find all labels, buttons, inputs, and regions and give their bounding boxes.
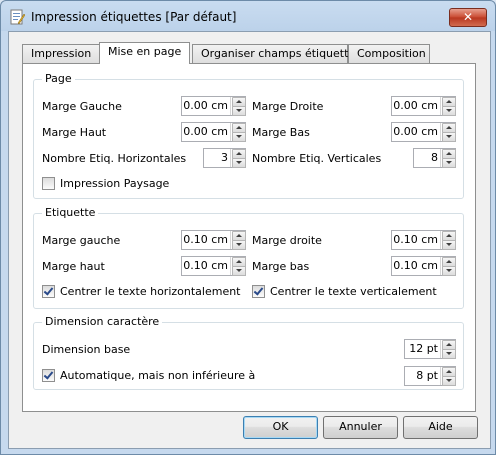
tab-organiser-champs[interactable]: Organiser champs étiquette — [192, 44, 355, 63]
spin-arrows — [440, 340, 456, 359]
group-title-dimension: Dimension caractère — [42, 315, 163, 328]
group-title-etiquette: Etiquette — [42, 206, 99, 219]
title-bar: Impression étiquettes [Par défaut] ✕ — [1, 1, 495, 31]
spin-arrows — [440, 231, 456, 250]
group-title-page: Page — [42, 72, 75, 85]
spin-value: 3 — [221, 151, 228, 164]
label-automatique: Automatique, mais non inférieure à — [60, 369, 256, 382]
close-icon: ✕ — [462, 10, 474, 24]
spin-value: 0.10 cm — [393, 259, 438, 272]
spin-value: 0.10 cm — [183, 259, 228, 272]
ok-button[interactable]: OK — [243, 416, 318, 439]
spin-marge-bas[interactable]: 0.00 cm — [391, 122, 456, 142]
label-centrer-vertical: Centrer le texte verticalement — [270, 285, 437, 298]
spin-arrows — [440, 97, 456, 116]
label-etiq-marge-droite: Marge droite — [252, 234, 322, 247]
tab-label: Mise en page — [108, 45, 182, 58]
label-etiq-marge-bas: Marge bas — [252, 260, 310, 273]
window-title: Impression étiquettes [Par défaut] — [31, 10, 237, 24]
label-marge-bas: Marge Bas — [252, 126, 310, 139]
close-button[interactable]: ✕ — [449, 8, 487, 27]
spin-etiq-marge-haut[interactable]: 0.10 cm — [181, 256, 246, 276]
spin-down-icon[interactable] — [232, 266, 246, 276]
ok-label: OK — [272, 420, 289, 433]
group-page: Page Marge Gauche 0.00 cm Marge Droite 0… — [33, 72, 464, 199]
spin-value: 0.00 cm — [183, 125, 228, 138]
label-etiq-marge-haut: Marge haut — [42, 260, 105, 273]
spin-nb-verticales[interactable]: 8 — [413, 148, 456, 168]
spin-arrows — [440, 123, 456, 142]
label-impression-paysage: Impression Paysage — [60, 177, 170, 190]
spin-arrows — [440, 257, 456, 276]
spin-arrows — [440, 149, 456, 168]
label-nb-horizontales: Nombre Etiq. Horizontales — [42, 152, 187, 165]
spin-down-icon[interactable] — [232, 240, 246, 250]
spin-nb-horizontales[interactable]: 3 — [203, 148, 246, 168]
spin-value: 0.00 cm — [393, 125, 438, 138]
help-label: Aide — [428, 420, 453, 433]
spin-arrows — [230, 257, 246, 276]
tab-label: Organiser champs étiquette — [201, 47, 356, 60]
spin-etiq-marge-gauche[interactable]: 0.10 cm — [181, 230, 246, 250]
spin-down-icon[interactable] — [442, 349, 456, 359]
checkbox-impression-paysage[interactable] — [42, 177, 55, 190]
spin-value: 8 — [431, 151, 438, 164]
spin-arrows — [440, 367, 456, 386]
spin-marge-droite[interactable]: 0.00 cm — [391, 96, 456, 116]
label-marge-gauche: Marge Gauche — [42, 100, 122, 113]
spin-down-icon[interactable] — [442, 132, 456, 142]
cancel-label: Annuler — [339, 420, 382, 433]
dialog-client: Impression Mise en page Organiser champs… — [8, 31, 491, 449]
spin-value: 8 pt — [416, 369, 438, 382]
spin-down-icon[interactable] — [232, 106, 246, 116]
group-dimension-caractere: Dimension caractère Dimension base 12 pt… — [33, 315, 464, 390]
spin-etiq-marge-droite[interactable]: 0.10 cm — [391, 230, 456, 250]
tab-label: Composition — [357, 47, 426, 60]
checkbox-centrer-horizontal[interactable] — [42, 285, 55, 298]
cancel-button[interactable]: Annuler — [323, 416, 398, 439]
dialog-window: Impression étiquettes [Par défaut] ✕ Imp… — [0, 0, 496, 455]
group-etiquette: Etiquette Marge gauche 0.10 cm Marge dro… — [33, 206, 464, 309]
spin-etiq-marge-bas[interactable]: 0.10 cm — [391, 256, 456, 276]
app-icon — [10, 9, 25, 25]
spin-down-icon[interactable] — [442, 158, 456, 168]
label-marge-haut: Marge Haut — [42, 126, 107, 139]
label-etiq-marge-gauche: Marge gauche — [42, 234, 121, 247]
spin-down-icon[interactable] — [442, 240, 456, 250]
label-marge-droite: Marge Droite — [252, 100, 324, 113]
spin-arrows — [230, 231, 246, 250]
spin-arrows — [230, 123, 246, 142]
spin-value: 12 pt — [409, 342, 438, 355]
spin-down-icon[interactable] — [442, 266, 456, 276]
spin-marge-gauche[interactable]: 0.00 cm — [181, 96, 246, 116]
spin-marge-haut[interactable]: 0.00 cm — [181, 122, 246, 142]
label-centrer-horizontal: Centrer le texte horizontalement — [60, 285, 241, 298]
label-dimension-base: Dimension base — [42, 343, 131, 356]
spin-arrows — [230, 149, 246, 168]
checkbox-automatique[interactable] — [42, 369, 55, 382]
tab-composition[interactable]: Composition — [348, 44, 430, 63]
spin-down-icon[interactable] — [442, 376, 456, 386]
tab-panel-mise-en-page: Page Marge Gauche 0.00 cm Marge Droite 0… — [22, 63, 476, 412]
label-nb-verticales: Nombre Etiq. Verticales — [252, 152, 382, 165]
help-button[interactable]: Aide — [403, 416, 478, 439]
tab-label: Impression — [31, 47, 92, 60]
spin-down-icon[interactable] — [232, 132, 246, 142]
spin-down-icon[interactable] — [232, 158, 246, 168]
checkbox-centrer-vertical[interactable] — [252, 285, 265, 298]
spin-value: 0.10 cm — [393, 233, 438, 246]
spin-value: 0.00 cm — [183, 99, 228, 112]
spin-dimension-base[interactable]: 12 pt — [404, 339, 456, 359]
spin-arrows — [230, 97, 246, 116]
spin-value: 0.10 cm — [183, 233, 228, 246]
spin-value: 0.00 cm — [393, 99, 438, 112]
spin-dimension-min[interactable]: 8 pt — [404, 366, 456, 386]
spin-down-icon[interactable] — [442, 106, 456, 116]
tab-mise-en-page[interactable]: Mise en page — [99, 42, 190, 64]
tab-impression[interactable]: Impression — [22, 44, 101, 63]
